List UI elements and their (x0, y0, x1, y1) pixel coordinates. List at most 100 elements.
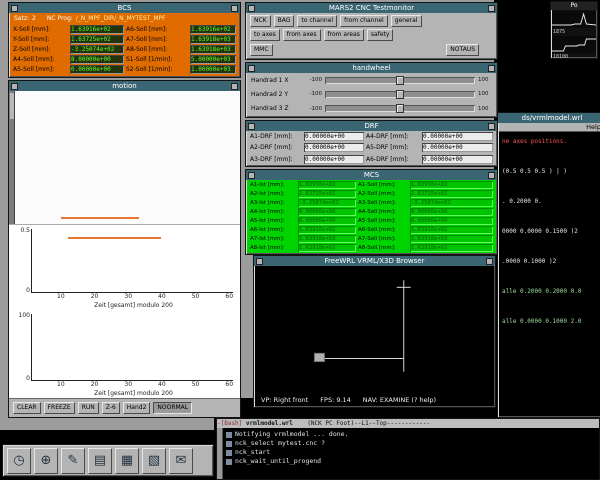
mmc-button[interactable]: MMC (250, 43, 273, 56)
axis-label: A2-Soll [mm]: (358, 191, 396, 198)
load-monitor-titlebar[interactable]: Po (551, 2, 597, 10)
window-menu-icon[interactable] (248, 64, 255, 72)
safety-button[interactable]: safety (366, 29, 394, 42)
trace-line (61, 217, 139, 219)
handwheel-titlebar[interactable]: handwheel (246, 63, 497, 73)
z6-button[interactable]: Z-6 (101, 402, 120, 414)
axis-value: 1.63918e+03 (298, 243, 356, 252)
panel-cabinet-button[interactable]: ▦ (115, 447, 139, 474)
window-menu-icon[interactable] (11, 4, 18, 12)
maximize-icon[interactable] (486, 257, 493, 265)
bcs-header: Satz: 2 NC Prog: /_N_MPF_DIR/_N_MYTEST_M… (10, 13, 239, 24)
satz-value: 2 (32, 15, 36, 22)
menu-help[interactable]: Help (586, 123, 600, 131)
clear-button[interactable]: CLEAR (13, 402, 41, 414)
to-channel-button[interactable]: to channel (297, 15, 338, 28)
plot-area: 100 0 (19, 313, 233, 382)
maximize-icon[interactable] (488, 4, 495, 12)
panel-clock-button[interactable]: ◷ (7, 447, 31, 474)
slider-thumb[interactable] (396, 104, 404, 114)
notaus-button[interactable]: NOTAUS (446, 43, 479, 56)
x-tick-label: 30 (124, 381, 133, 388)
window-title: MCS (363, 171, 380, 179)
terminal-line: nck_wait_until_progend (226, 457, 597, 466)
window-menu-icon[interactable] (248, 4, 255, 12)
editor-buffer[interactable]: ne axes positions. (0.5 0.5 0.5 ) | ) . … (499, 132, 600, 416)
testmonitor-titlebar[interactable]: MARS2 CNC Testmonitor (246, 3, 497, 13)
nck-button[interactable]: NCK (250, 15, 271, 28)
axis-label: A6-Soll [mm]: (358, 226, 396, 233)
from-axes-button[interactable]: from axes (282, 29, 321, 42)
freewrl-titlebar[interactable]: FreeWRL VRML/X3D Browser (254, 256, 495, 266)
axis-value: 1.63916e+02 (190, 24, 236, 34)
handwheel-slider[interactable] (325, 104, 475, 114)
from-areas-button[interactable]: from areas (323, 29, 364, 42)
motion-canvas[interactable] (9, 91, 240, 225)
panel-globe-button[interactable]: ⊕ (34, 447, 58, 474)
drf-titlebar[interactable]: DRF (246, 121, 497, 131)
maximize-icon[interactable] (488, 64, 495, 72)
axis-value: 1.63918e+03 (190, 34, 236, 44)
maximize-icon[interactable] (488, 171, 495, 179)
window-menu-icon[interactable] (248, 171, 255, 179)
editor-line: 0000 0.0000 0.1500 )2 (502, 228, 578, 235)
axis-value-row: A8-Ist [mm]: 1.63918e+03 A8-Soll [mm]: 1… (250, 243, 493, 252)
window-menu-icon[interactable] (11, 82, 18, 90)
panel-mail-button[interactable]: ✉ (169, 447, 193, 474)
window-menu-icon[interactable] (248, 122, 255, 130)
modeline-status: (NCK PC Foot)--L1--Top------------ (292, 420, 431, 427)
hand2-button[interactable]: Hand2 (122, 402, 151, 414)
handwheel-slider[interactable] (325, 89, 475, 99)
axis-value: 0.00000e+00 (422, 143, 493, 153)
nav-mode-status: NAV: EXAMINE (? help) (362, 395, 437, 404)
freewrl-window: FreeWRL VRML/X3D Browser VP: Right front… (253, 255, 496, 408)
mcs-titlebar[interactable]: MCS (246, 170, 497, 180)
maximize-icon[interactable] (231, 4, 238, 12)
y-tick-label: 0 (26, 287, 30, 294)
prompt-block (226, 431, 232, 438)
window-menu-icon[interactable] (256, 257, 263, 265)
window-title: DRF (364, 122, 379, 130)
handwheel-window: handwheel Handrad 1 X -100 100 Handrad 2… (245, 62, 498, 118)
axis-value-row: A4-Ist [mm]: 8.00000e+00 A4-Soll [mm]: 8… (250, 208, 493, 217)
axis-label: A3-DRF [mm]: (250, 155, 293, 163)
slider-thumb[interactable] (396, 89, 404, 99)
axis-label: A2-DRF [mm]: (250, 144, 293, 152)
axis-value: 0.00000e+00 (304, 132, 364, 142)
load-graph-2 (552, 36, 596, 53)
editor-window: ds/vrmlmodel.wrl Help ne axes positions.… (497, 112, 600, 418)
freeze-button[interactable]: FREEZE (43, 402, 75, 414)
from-channel-button[interactable]: from channel (340, 15, 388, 28)
to-axes-button[interactable]: to axes (250, 29, 280, 42)
panel-notes-button[interactable]: ▤ (88, 447, 112, 474)
run-button[interactable]: RUN (77, 402, 99, 414)
axis-label: A4-Soll [mm]: (358, 209, 396, 216)
vrml-3d-viewport[interactable] (255, 266, 494, 393)
panel-printer-button[interactable]: ▧ (142, 447, 166, 474)
terminal-content[interactable]: Notifying vrmlmodel ... done. nck_select… (223, 428, 599, 479)
axis-label: Y-Soll [mm]: (13, 35, 50, 43)
x-tick-label: 60 (225, 293, 234, 300)
bag-button[interactable]: BAG (273, 15, 295, 28)
maximize-icon[interactable] (488, 122, 495, 130)
axis-value-row: Z-Soll [mm]: -3.25074e+02 A8-Soll [mm]: … (13, 44, 236, 54)
axis-value: 1.63916e+02 (70, 24, 124, 34)
normal-button[interactable]: NOORMAL (153, 402, 193, 414)
handwheel-slider[interactable] (325, 75, 475, 85)
editor-titlebar[interactable]: ds/vrmlmodel.wrl (498, 113, 600, 123)
terminal-text: nck_wait_until_progend (235, 457, 322, 465)
window-title: motion (112, 82, 137, 90)
general-button[interactable]: general (390, 15, 422, 28)
bcs-titlebar[interactable]: BCS (9, 3, 240, 13)
vertical-scrollbar[interactable] (9, 91, 15, 224)
panel-pencil-button[interactable]: ✎ (61, 447, 85, 474)
scrollbar-thumb[interactable] (10, 93, 14, 119)
axis-label: A4-Soll [mm]: (13, 55, 55, 63)
axis-value-row: A7-Ist [mm]: 1.63918e+03 A7-Soll [mm]: 1… (250, 234, 493, 243)
maximize-icon[interactable] (231, 82, 238, 90)
slider-thumb[interactable] (396, 75, 404, 85)
axis-value: 1.63725e+02 (70, 34, 124, 44)
motion-titlebar[interactable]: motion (9, 81, 240, 91)
mcs-content: A1-Ist [mm]: 1.63916e+02 A1-Soll [mm]: 1… (247, 180, 496, 253)
slider-min-label: -100 (309, 77, 322, 84)
